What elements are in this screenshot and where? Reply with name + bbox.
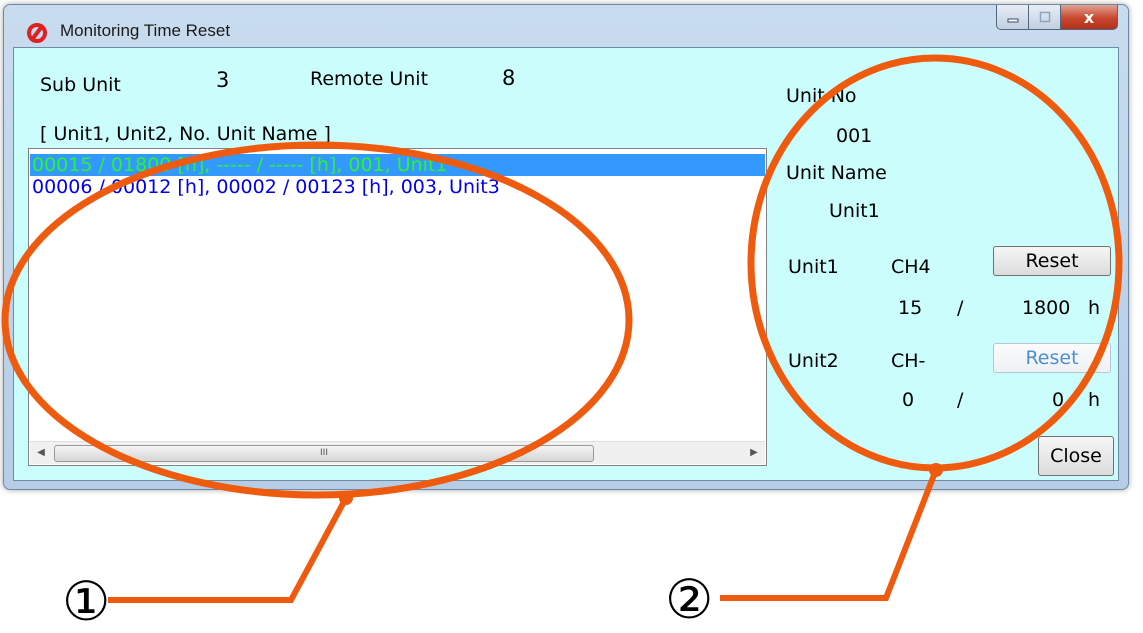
callout-label-1: ① — [62, 570, 111, 633]
annotation-leader-2 — [720, 468, 939, 601]
annotation-ellipse-1 — [1, 141, 633, 499]
annotation-ellipse-2 — [747, 54, 1123, 472]
annotation-dot-2 — [929, 463, 943, 477]
annotation-overlay — [1, 54, 1123, 603]
annotation-dot-1 — [339, 491, 353, 505]
annotation-leader-1 — [108, 496, 349, 603]
callout-label-2: ② — [665, 568, 714, 631]
